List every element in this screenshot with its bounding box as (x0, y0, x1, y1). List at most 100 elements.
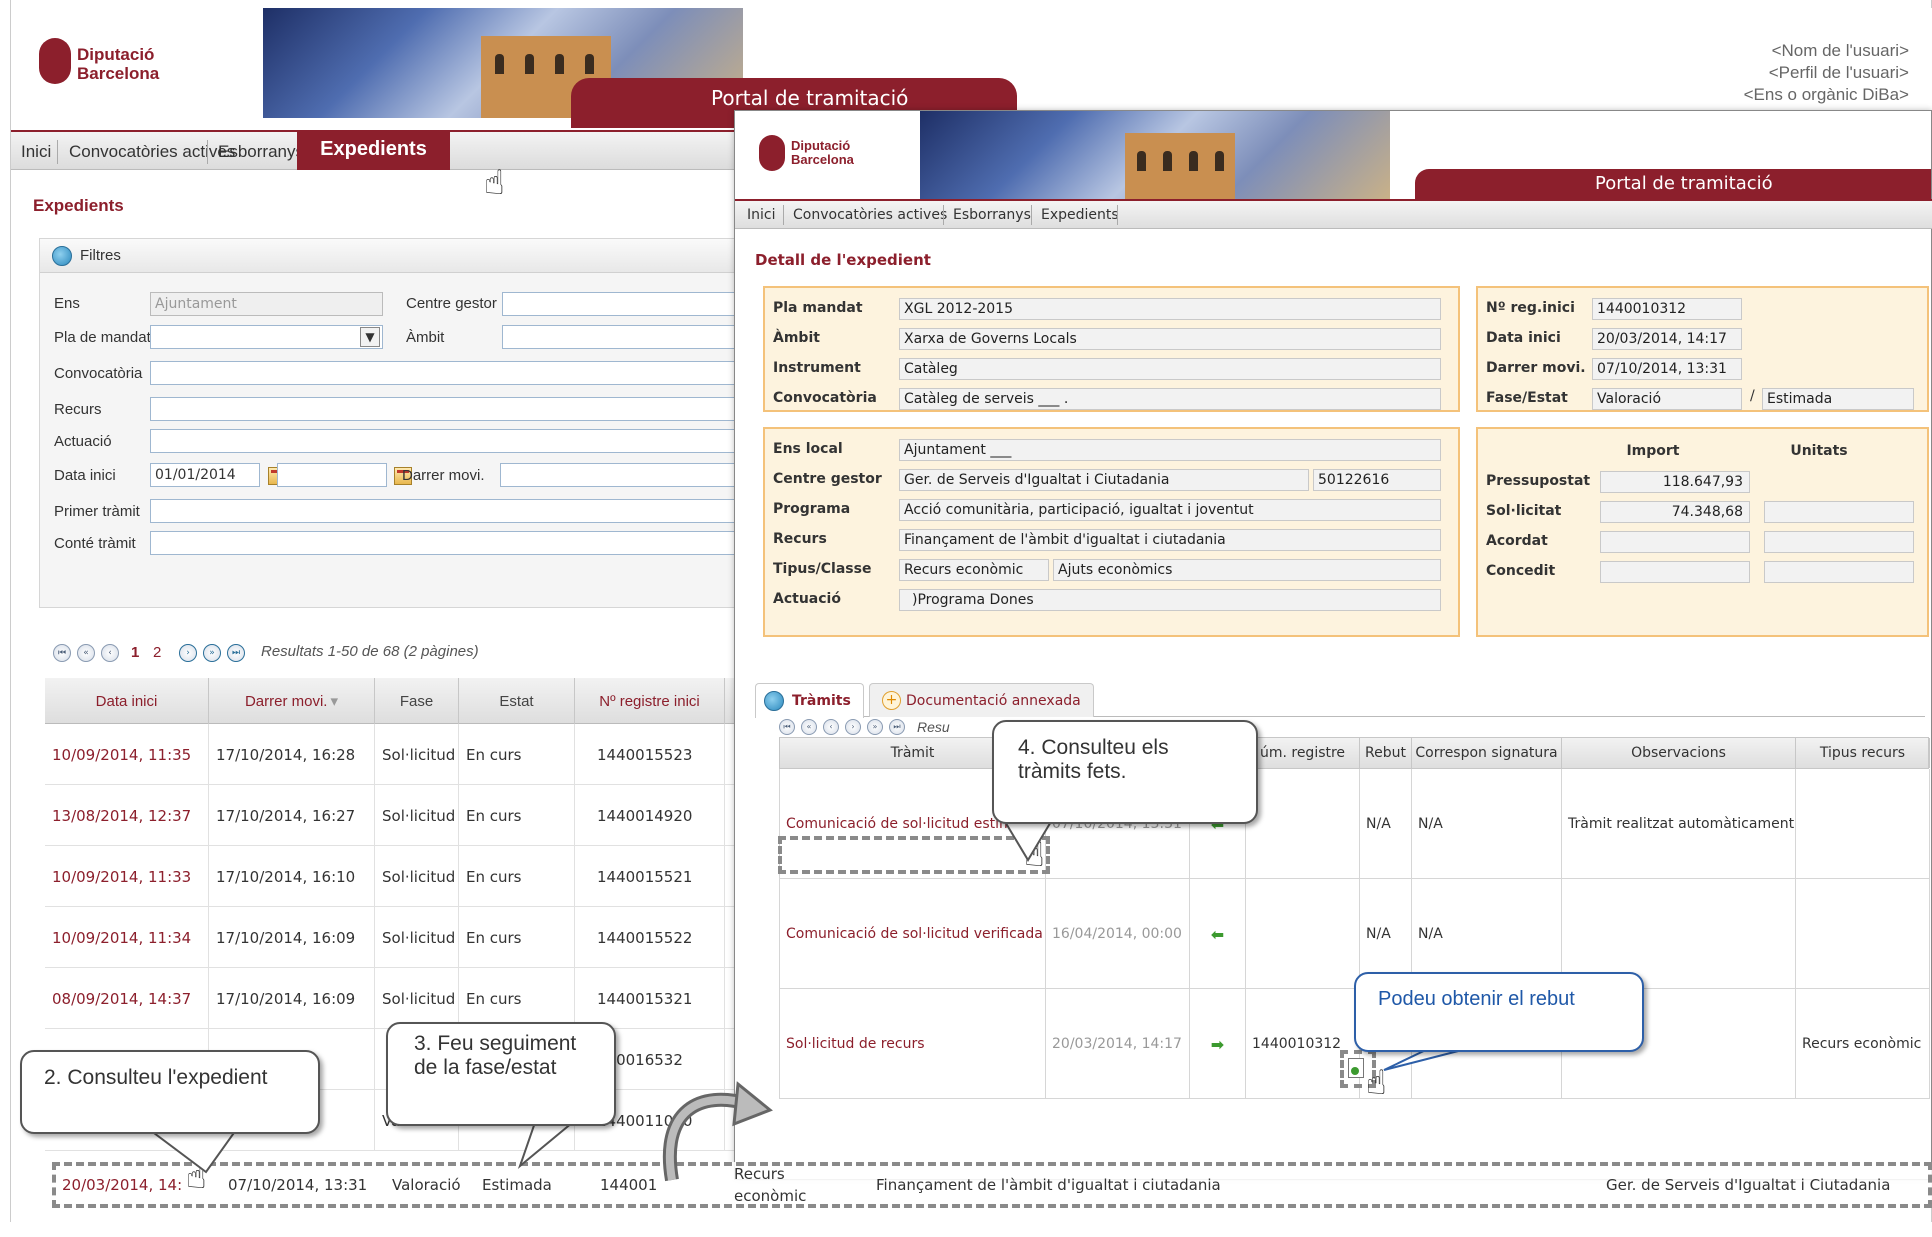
nav-inici[interactable]: Inici (747, 207, 775, 223)
col-tipus-recurs: Tipus recurs (1796, 738, 1930, 768)
table-row[interactable]: 08/09/2014, 14:37 17/10/2014, 16:09 Sol·li… (45, 968, 745, 1029)
document-icon[interactable] (1348, 1058, 1364, 1078)
cell-fase: Sol·licitud (375, 846, 459, 907)
solicitat-value: 74.348,68 (1600, 501, 1750, 523)
primer-tramit-field[interactable] (150, 499, 742, 523)
centre-gestor-field[interactable] (502, 292, 742, 316)
col-data-inici[interactable]: Data inici (45, 678, 209, 724)
cell-registre: 1440015521 (575, 846, 725, 907)
nav-expedients[interactable]: Expedients (1041, 207, 1119, 223)
ens-field[interactable]: Ajuntament (150, 292, 383, 316)
centre-gestor-label: Centre gestor (406, 295, 497, 312)
page-2-link[interactable]: 2 (153, 644, 161, 661)
data-inici-label: Data inici (54, 467, 116, 484)
tab-tramits[interactable]: Tràmits (755, 683, 864, 718)
callout-consult-expedient: 2. Consulteu l'expedient (20, 1050, 320, 1134)
next-fast-icon[interactable]: » (867, 719, 883, 735)
data-inici-from-field[interactable]: 01/01/2014 (150, 463, 260, 487)
cell-tramit-name[interactable]: Comunicació de sol·licitud verificada (780, 879, 1046, 989)
table-row[interactable]: 10/09/2014, 11:35 17/10/2014, 16:28 Sol·li… (45, 724, 745, 785)
direction-arrow-icon: ➡ (1190, 989, 1246, 1099)
col-signatura: Correspon signatura (1412, 738, 1562, 768)
nav-divider (783, 205, 784, 225)
concedit-value (1600, 561, 1750, 583)
hand-pointer-icon: ☝ (186, 1157, 207, 1197)
convocatoria-field[interactable] (150, 361, 742, 385)
cell-tramit-name[interactable]: Sol·licitud de recurs (780, 989, 1046, 1099)
nav-esborranys[interactable]: Esborranys (953, 207, 1031, 223)
first-page-icon[interactable]: ⏮ (53, 644, 71, 662)
pla-mandat-value: XGL 2012-2015 (899, 298, 1441, 320)
col-darrer-movi[interactable]: Darrer movi. ▾ (209, 678, 375, 724)
tab-documentacio[interactable]: + Documentació annexada (869, 683, 1094, 717)
col-estat[interactable]: Estat (459, 678, 575, 724)
prev-page-icon[interactable]: ‹ (823, 719, 839, 735)
cell-tramit-rebut: N/A (1360, 769, 1412, 879)
filters-panel: Filtres Ens Ajuntament Centre gestor Pla… (39, 238, 742, 608)
conte-tramit-field[interactable] (150, 531, 742, 555)
cell-fase: Sol·licitud (375, 907, 459, 968)
prev-page-icon[interactable]: ‹ (101, 644, 119, 662)
selected-tipus: Recurs econòmic (734, 1165, 807, 1205)
selected-data-inici[interactable]: 20/03/2014, 14: (62, 1166, 182, 1204)
nav-expedients[interactable]: Expedients (297, 130, 450, 170)
convocatoria-label: Convocatòria (54, 365, 143, 382)
hand-pointer-icon: ☝ (1366, 1063, 1387, 1103)
data-inici-to-field[interactable] (277, 463, 387, 487)
cell-tramit-tipus (1796, 879, 1930, 989)
callout-4-line1: 4. Consulteu els (1018, 736, 1169, 759)
nav-convocatories[interactable]: Convocatòries actives (793, 207, 947, 223)
solicitat-unitats (1764, 501, 1914, 523)
table-row[interactable]: 10/09/2014, 11:33 17/10/2014, 16:10 Sol·li… (45, 846, 745, 907)
expedient-info-panel: Ens local Ajuntament ___ Centre gestor G… (763, 427, 1460, 637)
darrer-movi-field[interactable] (500, 463, 742, 487)
prev-fast-icon[interactable]: « (801, 719, 817, 735)
next-fast-icon[interactable]: » (203, 644, 221, 662)
data-inici-value: 20/03/2014, 14:17 (1592, 328, 1742, 350)
next-page-icon[interactable]: › (179, 644, 197, 662)
cell-tramit-date: 16/04/2014, 00:00 (1046, 879, 1190, 989)
detail-title: Detall de l'expedient (755, 251, 931, 269)
selected-darrer-movi: 07/10/2014, 13:31 (228, 1176, 368, 1194)
cell-data-inici[interactable]: 08/09/2014, 14:37 (45, 968, 209, 1029)
nav-divider (207, 140, 208, 164)
ambit-select[interactable] (502, 325, 742, 349)
cell-darrer-movi: 17/10/2014, 16:09 (209, 907, 375, 968)
pla-mandat-select[interactable]: ▼ (150, 325, 383, 349)
tramits-header: Tràmit úm. registre Rebut Correspon sign… (779, 737, 1930, 769)
direction-arrow-icon: ⬅ (1210, 924, 1225, 944)
reg-inici-value: 1440010312 (1592, 298, 1742, 320)
last-page-icon[interactable]: ⏭ (227, 644, 245, 662)
col-fase[interactable]: Fase (375, 678, 459, 724)
screenshot-stage: Diputació Barcelona Portal de tramitació … (0, 0, 1932, 1237)
first-page-icon[interactable]: ⏮ (779, 719, 795, 735)
cell-data-inici[interactable]: 10/09/2014, 11:34 (45, 907, 209, 968)
filters-header[interactable]: Filtres (40, 239, 738, 273)
diba-logo-icon (39, 38, 71, 84)
cell-data-inici[interactable]: 10/09/2014, 11:35 (45, 724, 209, 785)
next-page-icon[interactable]: › (845, 719, 861, 735)
actuacio-value: )Programa Dones (899, 589, 1441, 611)
actuacio-field[interactable] (150, 429, 742, 453)
callout-rebut-text: Podeu obtenir el rebut (1378, 988, 1575, 1010)
cell-darrer-movi: 17/10/2014, 16:27 (209, 785, 375, 846)
acordat-unitats (1764, 531, 1914, 553)
cell-data-inici[interactable]: 10/09/2014, 11:33 (45, 846, 209, 907)
tramit-row[interactable]: Comunicació de sol·licitud verificada 16/… (779, 879, 1930, 989)
cell-data-inici[interactable]: 13/08/2014, 12:37 (45, 785, 209, 846)
nav-convocatories[interactable]: Convocatòries actives (69, 142, 235, 162)
last-page-icon[interactable]: ⏭ (889, 719, 905, 735)
callout-consult-tramits: 4. Consulteu els tràmits fets. (992, 720, 1258, 824)
nav-inici[interactable]: Inici (21, 142, 51, 162)
table-row[interactable]: 10/09/2014, 11:34 17/10/2014, 16:09 Sol·li… (45, 907, 745, 968)
ambit-label: Àmbit (406, 329, 445, 346)
nav-esborranys[interactable]: Esborranys (218, 142, 304, 162)
cell-tramit-tipus: Recurs econòmic (1796, 989, 1930, 1099)
page-1-link[interactable]: 1 (131, 644, 139, 661)
col-registre[interactable]: Nº registre inici (575, 678, 725, 724)
table-row[interactable]: 13/08/2014, 12:37 17/10/2014, 16:27 Sol·li… (45, 785, 745, 846)
collapse-icon[interactable] (52, 246, 72, 266)
cell-registre: 1440015321 (575, 968, 725, 1029)
prev-fast-icon[interactable]: « (77, 644, 95, 662)
recurs-field[interactable] (150, 397, 742, 421)
